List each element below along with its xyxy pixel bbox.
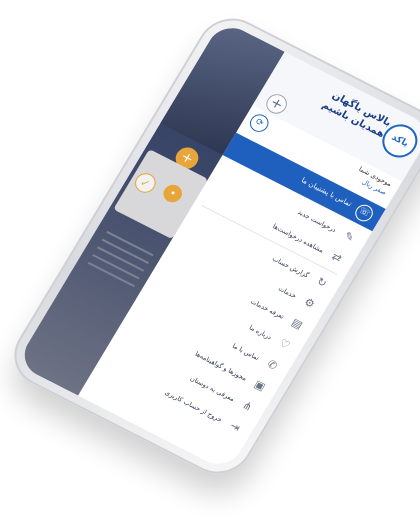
menu-item-label: خدمات	[276, 284, 298, 301]
add-button[interactable]: +	[262, 90, 291, 118]
certificate-icon: ▣	[251, 377, 268, 394]
phone-icon: ✆	[264, 357, 280, 373]
requests-icon: ⇄	[329, 249, 345, 266]
menu-item-label: درباره ما	[247, 323, 274, 342]
logo-text: ياكد	[389, 132, 411, 150]
phone-mockup: + ✓ • ياكد بالاس یاگهان همدیان باشیم + م…	[1, 6, 420, 486]
background-lines	[84, 230, 154, 293]
new-request-icon: ✎	[341, 229, 357, 245]
about-icon: ♡	[276, 336, 293, 353]
menu-item-label: تماس با ما	[230, 341, 261, 362]
brand-title: بالاس یاگهان همدیان باشیم	[300, 78, 394, 141]
tariff-icon: ▤	[289, 315, 306, 332]
logout-icon: ⇥	[227, 419, 243, 435]
headset-icon: ☏	[352, 201, 377, 225]
report-icon: ↻	[314, 274, 330, 291]
services-icon: ⚙	[301, 295, 318, 311]
share-icon: ⋔	[240, 398, 255, 414]
